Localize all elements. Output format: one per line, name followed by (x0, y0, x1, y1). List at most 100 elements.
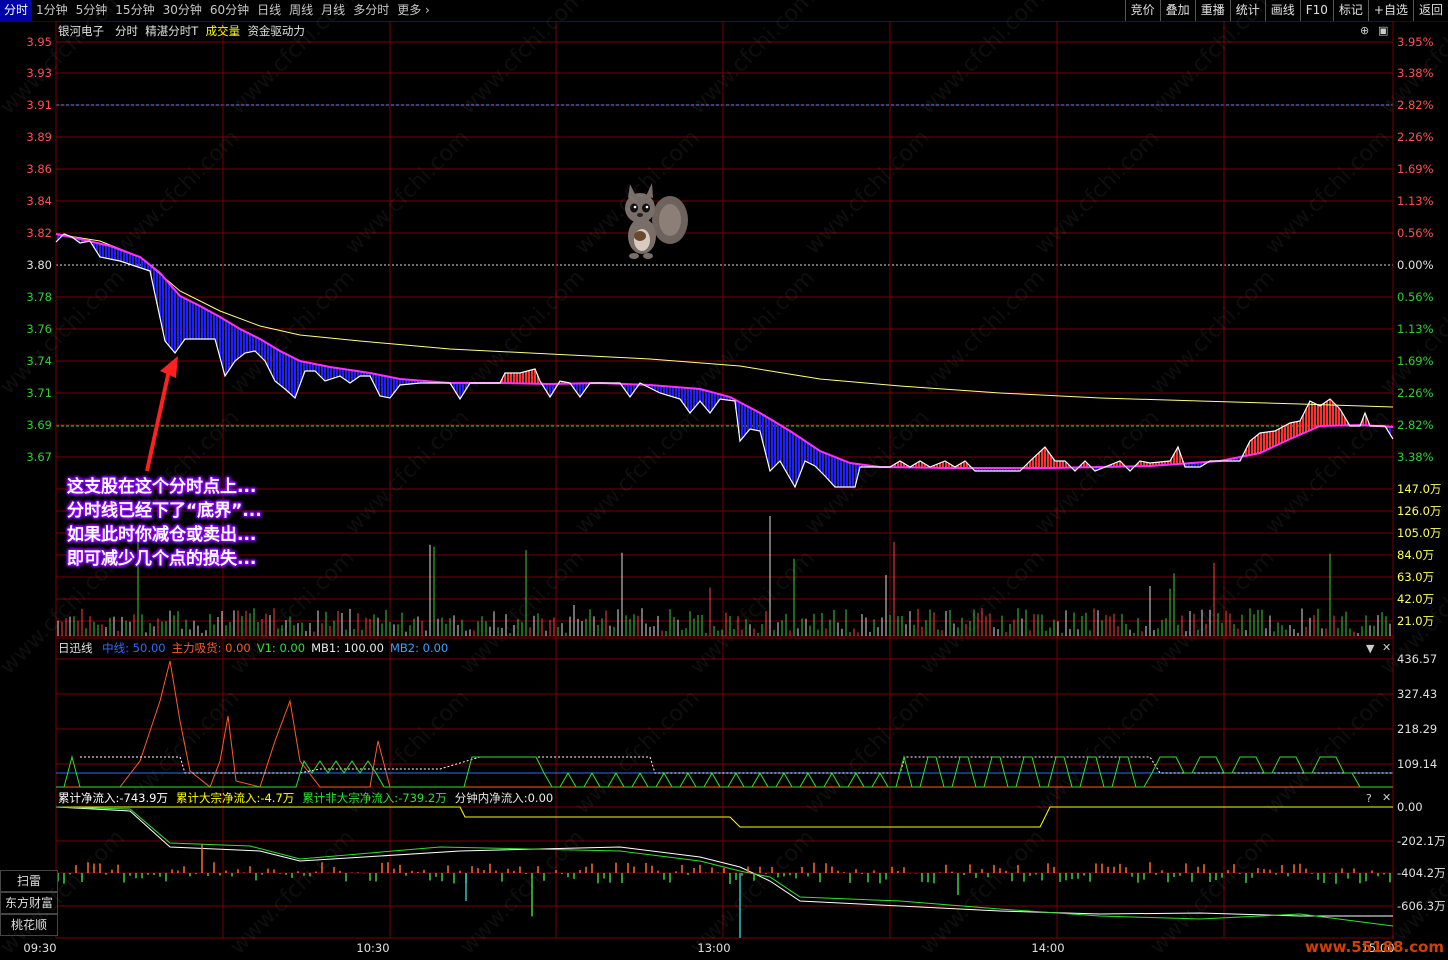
indicator-param-0: 中线: 50.00 (102, 641, 166, 655)
tab-volume[interactable]: 成交量 (206, 24, 241, 38)
price-label: 3.74 (26, 354, 52, 368)
price-label: 3.69 (26, 418, 52, 432)
flow-param-3: 分钟内净流入:0.00 (454, 791, 554, 805)
period-tab-2[interactable]: 5分钟 (72, 0, 112, 21)
time-label: 14:00 (1031, 941, 1064, 955)
indicator-label: 109.14 (1397, 757, 1437, 771)
tool-button-4[interactable]: 画线 (1264, 0, 1300, 21)
period-tab-3[interactable]: 15分钟 (111, 0, 158, 21)
pct-label: 3.95% (1397, 35, 1434, 49)
tool-button-7[interactable]: +自选 (1367, 0, 1413, 21)
period-tabs: 分时 1分钟 5分钟 15分钟 30分钟 60分钟 日线 周线 月线 多分时 更多 › (0, 0, 434, 21)
indicator-label: 436.57 (1397, 652, 1437, 666)
annotation-text: 这支股在这个分时点上... 分时线已经下了“底界”... 如果此时你减仓或卖出.… (67, 477, 262, 569)
help-icon[interactable]: ? (1366, 792, 1372, 805)
flow-param-2: 累计非大宗净流入:-739.2万 (302, 791, 447, 805)
pct-label: 1.13% (1397, 322, 1434, 336)
price-label: 3.91 (26, 98, 52, 112)
eastmoney-button[interactable]: 东方财富 (0, 892, 58, 914)
price-label: 3.95 (26, 35, 52, 49)
flow-header: 累计净流入:-743.9万 累计大宗净流入:-4.7万 累计非大宗净流入:-739.… (58, 791, 561, 805)
flow-param-1: 累计大宗净流入:-4.7万 (175, 791, 295, 805)
site-logo: www.55188.com (1304, 938, 1444, 956)
pct-label: 2.82% (1397, 98, 1434, 112)
indicator-param-3: MB1: 100.00 (311, 641, 384, 655)
dropdown-icon[interactable]: ▼ (1366, 642, 1374, 655)
flow-label: -606.3万 (1397, 899, 1446, 913)
pct-label: 3.38% (1397, 450, 1434, 464)
period-tab-9[interactable]: 多分时 (349, 0, 393, 21)
close-icon[interactable]: ▣ (1378, 24, 1388, 37)
taohuashun-button[interactable]: 桃花顺 (0, 914, 58, 936)
price-label: 3.84 (26, 194, 52, 208)
price-label: 3.76 (26, 322, 52, 336)
tool-button-3[interactable]: 统计 (1229, 0, 1265, 21)
tab-fenshi[interactable]: 分时 (115, 24, 138, 38)
pct-label: 0.56% (1397, 290, 1434, 304)
indicator-name[interactable]: 日迅线 (58, 641, 93, 655)
indicator-param-2: V1: 0.00 (256, 641, 306, 655)
nonblock-flow-line (55, 806, 1394, 927)
saolei-button[interactable]: 扫雷 (0, 870, 58, 892)
time-label: 13:00 (697, 941, 730, 955)
stock-name: 银河电子 (58, 24, 104, 38)
tool-button-0[interactable]: 竞价 (1124, 0, 1160, 21)
tool-button-8[interactable]: 返回 (1412, 0, 1448, 21)
period-tab-7[interactable]: 周线 (285, 0, 317, 21)
time-label: 09:30 (23, 941, 56, 955)
ma-line (55, 233, 1394, 408)
pct-label: 3.38% (1397, 66, 1434, 80)
price-label: 3.67 (26, 450, 52, 464)
period-toolbar: 分时 1分钟 5分钟 15分钟 30分钟 60分钟 日线 周线 月线 多分时 更多 › 竞价 叠加 重播… (0, 0, 1448, 22)
flow-label: 0.00 (1397, 800, 1423, 814)
volume-label: 147.0万 (1397, 482, 1441, 496)
indicator-header: 日迅线 中线: 50.00 主力吸货: 0.00 V1: 0.00 MB1: 100.… (58, 641, 448, 655)
time-label: 10:30 (356, 941, 389, 955)
volume-label: 84.0万 (1397, 548, 1434, 562)
annotation-arrowhead (160, 356, 178, 378)
volume-label: 105.0万 (1397, 526, 1441, 540)
period-tab-5[interactable]: 60分钟 (206, 0, 253, 21)
accumulation-line (56, 660, 1393, 788)
tab-capital[interactable]: 资金驱动力 (247, 24, 305, 38)
close-icon[interactable]: ✕ (1382, 641, 1391, 654)
period-tab-1[interactable]: 1分钟 (32, 0, 72, 21)
period-tab-0[interactable]: 分时 (0, 0, 33, 21)
pct-label: 1.69% (1397, 354, 1434, 368)
pct-label: 0.00% (1397, 258, 1434, 272)
tool-button-5[interactable]: F10 (1299, 0, 1333, 21)
tool-buttons: 竞价 叠加 重播 统计 画线 F10 标记 +自选 返回 (1124, 0, 1448, 21)
price-label: 3.86 (26, 162, 52, 176)
period-tab-4[interactable]: 30分钟 (159, 0, 206, 21)
volume-label: 63.0万 (1397, 570, 1434, 584)
period-tab-10[interactable]: 更多 › (393, 0, 434, 21)
price-label: 3.71 (26, 386, 52, 400)
volume-label: 42.0万 (1397, 592, 1434, 606)
close-icon[interactable]: ✕ (1382, 791, 1391, 804)
tool-button-6[interactable]: 标记 (1332, 0, 1368, 21)
block-flow-line (56, 806, 1393, 828)
v1-line (56, 755, 1392, 788)
period-tab-8[interactable]: 月线 (317, 0, 349, 21)
indicator-label: 327.43 (1397, 687, 1437, 701)
price-label: 3.80 (26, 258, 52, 272)
pct-label: 2.82% (1397, 418, 1434, 432)
pct-label: 1.69% (1397, 162, 1434, 176)
indicator-param-1: 主力吸货: 0.00 (171, 641, 251, 655)
tool-button-1[interactable]: 叠加 (1159, 0, 1195, 21)
pct-label: 2.26% (1397, 386, 1434, 400)
zoom-icon[interactable]: ⊕ (1360, 24, 1369, 37)
period-tab-6[interactable]: 日线 (253, 0, 285, 21)
chart-header: 银河电子 分时 精湛分时T 成交量 资金驱动力 (58, 24, 305, 38)
squirrel-mascot-icon (625, 183, 688, 259)
annotation-arrow (145, 365, 172, 472)
price-label: 3.78 (26, 290, 52, 304)
tab-jingzhan[interactable]: 精湛分时T (145, 24, 198, 38)
pct-label: 0.56% (1397, 226, 1434, 240)
price-label: 3.89 (26, 130, 52, 144)
tool-button-2[interactable]: 重播 (1194, 0, 1230, 21)
flow-label: -404.2万 (1397, 866, 1446, 880)
volume-label: 21.0万 (1397, 614, 1434, 628)
pct-label: 2.26% (1397, 130, 1434, 144)
price-label: 3.93 (26, 66, 52, 80)
